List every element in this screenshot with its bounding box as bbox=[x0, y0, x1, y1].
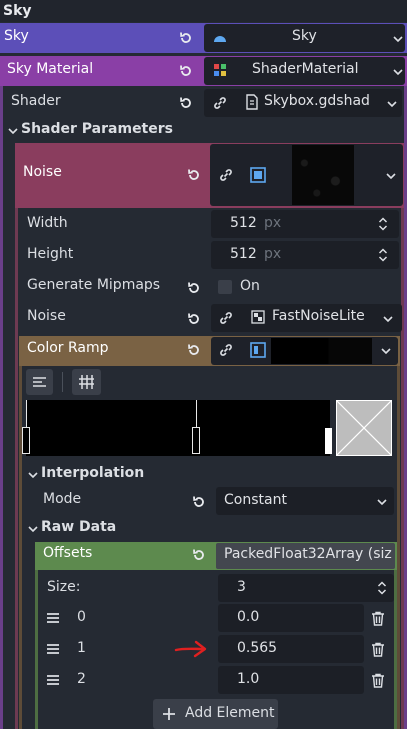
size-label: Size: bbox=[47, 579, 81, 595]
chevron-down-icon[interactable] bbox=[392, 33, 404, 45]
element-value: 0.0 bbox=[237, 609, 260, 625]
mode-value: Constant bbox=[224, 492, 287, 508]
shader-material-icon bbox=[213, 63, 227, 77]
chevron-down-icon[interactable] bbox=[392, 66, 404, 78]
element-index: 2 bbox=[77, 671, 86, 687]
trash-icon[interactable] bbox=[371, 611, 385, 626]
gradient-stop-line bbox=[196, 400, 197, 430]
chevron-down-icon[interactable] bbox=[385, 170, 397, 182]
noise-preview-thumbnail bbox=[292, 145, 354, 205]
element-value: 0.565 bbox=[237, 640, 278, 656]
element-index: 1 bbox=[77, 640, 86, 656]
link-icon[interactable] bbox=[218, 342, 234, 358]
gradient-stop-handle[interactable] bbox=[192, 427, 200, 454]
gradient-stop-line bbox=[26, 400, 27, 430]
revert-icon[interactable] bbox=[191, 494, 207, 510]
sky-label: Sky bbox=[4, 28, 29, 44]
interpolation-heading[interactable]: Interpolation bbox=[41, 465, 144, 481]
chevron-down-icon[interactable] bbox=[380, 345, 392, 357]
element-index: 0 bbox=[77, 609, 86, 625]
shader-label: Shader bbox=[11, 93, 61, 109]
width-label: Width bbox=[27, 215, 68, 231]
color-ramp-preview bbox=[271, 338, 372, 364]
height-value: 512 bbox=[230, 246, 257, 262]
revert-icon[interactable] bbox=[186, 280, 202, 296]
mipmaps-value: On bbox=[240, 278, 260, 294]
revert-icon[interactable] bbox=[178, 95, 194, 111]
drag-handle-icon[interactable] bbox=[46, 643, 60, 655]
offsets-array-value: PackedFloat32Array (siz bbox=[224, 546, 392, 562]
updown-arrows-icon[interactable] bbox=[378, 216, 388, 232]
add-element-button[interactable]: Add Element bbox=[153, 699, 278, 729]
chevron-down-icon[interactable] bbox=[27, 523, 39, 535]
gradient-stop-handle-selected[interactable] bbox=[325, 428, 332, 454]
shader-parameters-heading[interactable]: Shader Parameters bbox=[21, 121, 173, 137]
width-unit: px bbox=[264, 215, 282, 231]
plus-icon bbox=[163, 708, 175, 720]
noise-texture-icon bbox=[250, 167, 266, 183]
trash-icon[interactable] bbox=[371, 673, 385, 688]
toolbar-separator bbox=[62, 372, 63, 392]
noise-resource-name: FastNoiseLite bbox=[272, 308, 365, 324]
revert-icon[interactable] bbox=[186, 311, 202, 327]
color-ramp-label: Color Ramp bbox=[27, 340, 109, 356]
trash-icon[interactable] bbox=[371, 642, 385, 657]
reverse-gradient-button[interactable] bbox=[26, 369, 53, 395]
section-header-sky: Sky bbox=[0, 0, 407, 22]
gradient-stop-handle[interactable] bbox=[22, 427, 30, 454]
element-value: 1.0 bbox=[237, 671, 260, 687]
updown-arrows-icon[interactable] bbox=[378, 247, 388, 263]
raw-data-heading[interactable]: Raw Data bbox=[41, 519, 116, 535]
revert-icon[interactable] bbox=[186, 167, 202, 183]
revert-icon[interactable] bbox=[186, 342, 202, 358]
shader-file-icon bbox=[245, 94, 259, 110]
width-value: 512 bbox=[230, 215, 257, 231]
noise-param-label: Noise bbox=[23, 164, 62, 180]
sky-material-label: Sky Material bbox=[7, 61, 94, 77]
noise-resource-label: Noise bbox=[27, 308, 66, 324]
link-icon[interactable] bbox=[212, 95, 228, 111]
offsets-label: Offsets bbox=[43, 545, 93, 561]
drag-handle-icon[interactable] bbox=[46, 612, 60, 624]
updown-arrows-icon[interactable] bbox=[377, 580, 387, 596]
size-value: 3 bbox=[237, 579, 246, 595]
chevron-down-icon[interactable] bbox=[7, 125, 19, 137]
revert-icon[interactable] bbox=[191, 547, 207, 563]
grid-snap-icon bbox=[79, 375, 94, 389]
mipmaps-checkbox[interactable] bbox=[218, 280, 232, 294]
material-resource-name: ShaderMaterial bbox=[252, 61, 359, 77]
add-element-label: Add Element bbox=[185, 705, 275, 721]
gradient-bar[interactable] bbox=[26, 400, 330, 456]
chevron-down-icon[interactable] bbox=[376, 496, 388, 508]
gradient-color-swatch[interactable] bbox=[335, 399, 393, 457]
reverse-icon bbox=[33, 377, 46, 387]
red-arrow-annotation-icon bbox=[174, 639, 208, 659]
revert-icon[interactable] bbox=[178, 30, 194, 46]
chevron-down-icon[interactable] bbox=[386, 98, 398, 110]
link-icon[interactable] bbox=[218, 167, 234, 183]
chevron-down-icon[interactable] bbox=[382, 313, 394, 325]
link-icon[interactable] bbox=[218, 310, 234, 326]
drag-handle-icon[interactable] bbox=[46, 674, 60, 686]
generate-mipmaps-label: Generate Mipmaps bbox=[27, 277, 161, 293]
sky-resource-name: Sky bbox=[292, 28, 317, 44]
sky-icon bbox=[213, 31, 227, 42]
mode-label: Mode bbox=[43, 491, 82, 507]
height-unit: px bbox=[264, 246, 282, 262]
revert-icon[interactable] bbox=[178, 63, 194, 79]
empty-swatch-icon bbox=[335, 399, 393, 457]
height-label: Height bbox=[27, 246, 74, 262]
shader-resource-name: Skybox.gdshad bbox=[264, 93, 370, 109]
snap-grid-button[interactable] bbox=[72, 369, 101, 395]
fast-noise-icon bbox=[251, 310, 265, 324]
gradient-icon bbox=[250, 342, 266, 358]
chevron-down-icon[interactable] bbox=[27, 469, 39, 481]
